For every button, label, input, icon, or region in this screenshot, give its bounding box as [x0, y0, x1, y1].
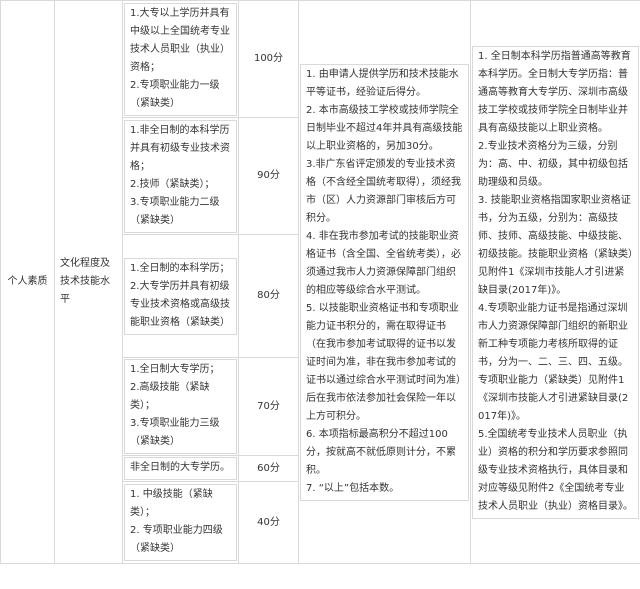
condition-text: 1.全日制大专学历；: [130, 364, 220, 375]
score-cell: 60分: [238, 455, 299, 482]
note-text: 5.全国统考专业技术人员职业（执业）资格的积分和学历要求参照同级专业技术资格执行…: [478, 428, 633, 512]
condition-cell: 1.全日制大专学历； 2.高级技能（紧缺类）； 3.专项职业能力三级（紧缺类）: [122, 357, 239, 456]
condition-cell: 非全日制的大专学历。: [122, 455, 239, 482]
condition-text: 2.高级技能（紧缺类）；: [130, 382, 210, 411]
score-cell: 70分: [238, 357, 299, 456]
condition-text: 非全日制的大专学历。: [130, 462, 230, 473]
condition-cell: 1.非全日制的本科学历并具有初级专业技术资格； 2.技师（紧缺类）； 3.专项职业能…: [122, 117, 239, 235]
note-text: 2.专业技术资格分为三级，分别为：高、中、初级，其中初级包括助理级和员级。: [478, 140, 628, 188]
condition-text: 2. 专项职业能力四级（紧缺类）: [130, 525, 223, 554]
condition-text: 2.专项职业能力一级（紧缺类）: [130, 79, 220, 109]
score-cell: 100分: [238, 0, 299, 118]
notes-cell: 1. 全日制本科学历指普通高等教育本科学历。全日制大专学历指：普通高等教育大专学…: [470, 0, 640, 564]
rule-text: 1. 由申请人提供学历和技术技能水平等证书，经验证后得分。: [306, 68, 459, 98]
rule-text: 3.非广东省评定颁发的专业技术资格（不含经全国统考取得），须经我市（区）人力资源…: [306, 158, 461, 224]
score-cell: 40分: [238, 481, 299, 564]
condition-text: 2.大专学历并具有初级专业技术资格或高级技能职业资格（紧缺类）: [130, 280, 230, 328]
table-row: 个人素质 文化程度及技术技能水平 1.大专以上学历并具有中级以上全国统考专业技术人员…: [0, 0, 640, 564]
score-cell: 80分: [238, 234, 299, 358]
category-cell: 个人素质: [0, 0, 55, 564]
note-text: 3. 技能职业资格指国家职业资格证书，分为五级，分别为：高级技师、技师、高级技能…: [478, 194, 633, 296]
condition-text: 1.全日制的本科学历；: [130, 262, 230, 274]
condition-text: 1.非全日制的本科学历并具有初级专业技术资格；: [130, 124, 230, 172]
condition-cell: 1.全日制的本科学历； 2.大专学历并具有初级专业技术资格或高级技能职业资格（紧缺…: [122, 234, 239, 358]
condition-cell: 1. 中级技能（紧缺类）； 2. 专项职业能力四级（紧缺类）: [122, 481, 239, 564]
condition-text: 3.专项职业能力三级（紧缺类）: [130, 418, 220, 447]
subcategory-cell: 文化程度及技术技能水平: [54, 0, 123, 564]
condition-cell: 1.大专以上学历并具有中级以上全国统考专业技术人员职业（执业）资格； 2.专项职业…: [122, 0, 239, 118]
scoring-table: 个人素质 文化程度及技术技能水平 1.大专以上学历并具有中级以上全国统考专业技术人员…: [0, 0, 640, 564]
condition-text: 1.大专以上学历并具有中级以上全国统考专业技术人员职业（执业）资格；: [130, 7, 230, 73]
rule-text: 2. 本市高级技工学校或技师学院全日制毕业不超过4年并具有高级技能以上职业资格的…: [306, 104, 463, 152]
rule-text: 5. 以技能职业资格证书和专项职业能力证书积分的，需在取得证书（在我市参加考试取…: [306, 302, 461, 422]
rule-text: 4. 非在我市参加考试的技能职业资格证书（含全国、全省统考类），必须通过我市人力…: [306, 230, 461, 296]
rule-text: 6. 本项指标最高积分不超过100分，按就高不就低原则计分，不累积。: [306, 428, 456, 476]
rule-text: 7. “以上”包括本数。: [306, 482, 400, 494]
condition-text: 1. 中级技能（紧缺类）；: [130, 489, 213, 518]
condition-text: 3.专项职业能力二级（紧缺类）: [130, 196, 220, 226]
rules-cell: 1. 由申请人提供学历和技术技能水平等证书，经验证后得分。 2. 本市高级技工学校…: [298, 0, 471, 564]
note-text: 1. 全日制本科学历指普通高等教育本科学历。全日制大专学历指：普通高等教育大专学…: [478, 50, 631, 134]
condition-text: 2.技师（紧缺类）；: [130, 178, 215, 190]
score-cell: 90分: [238, 117, 299, 235]
note-text: 4.专项职业能力证书是指通过深圳市人力资源保障部门组织的新职业新工种专项能力考核…: [478, 302, 629, 422]
